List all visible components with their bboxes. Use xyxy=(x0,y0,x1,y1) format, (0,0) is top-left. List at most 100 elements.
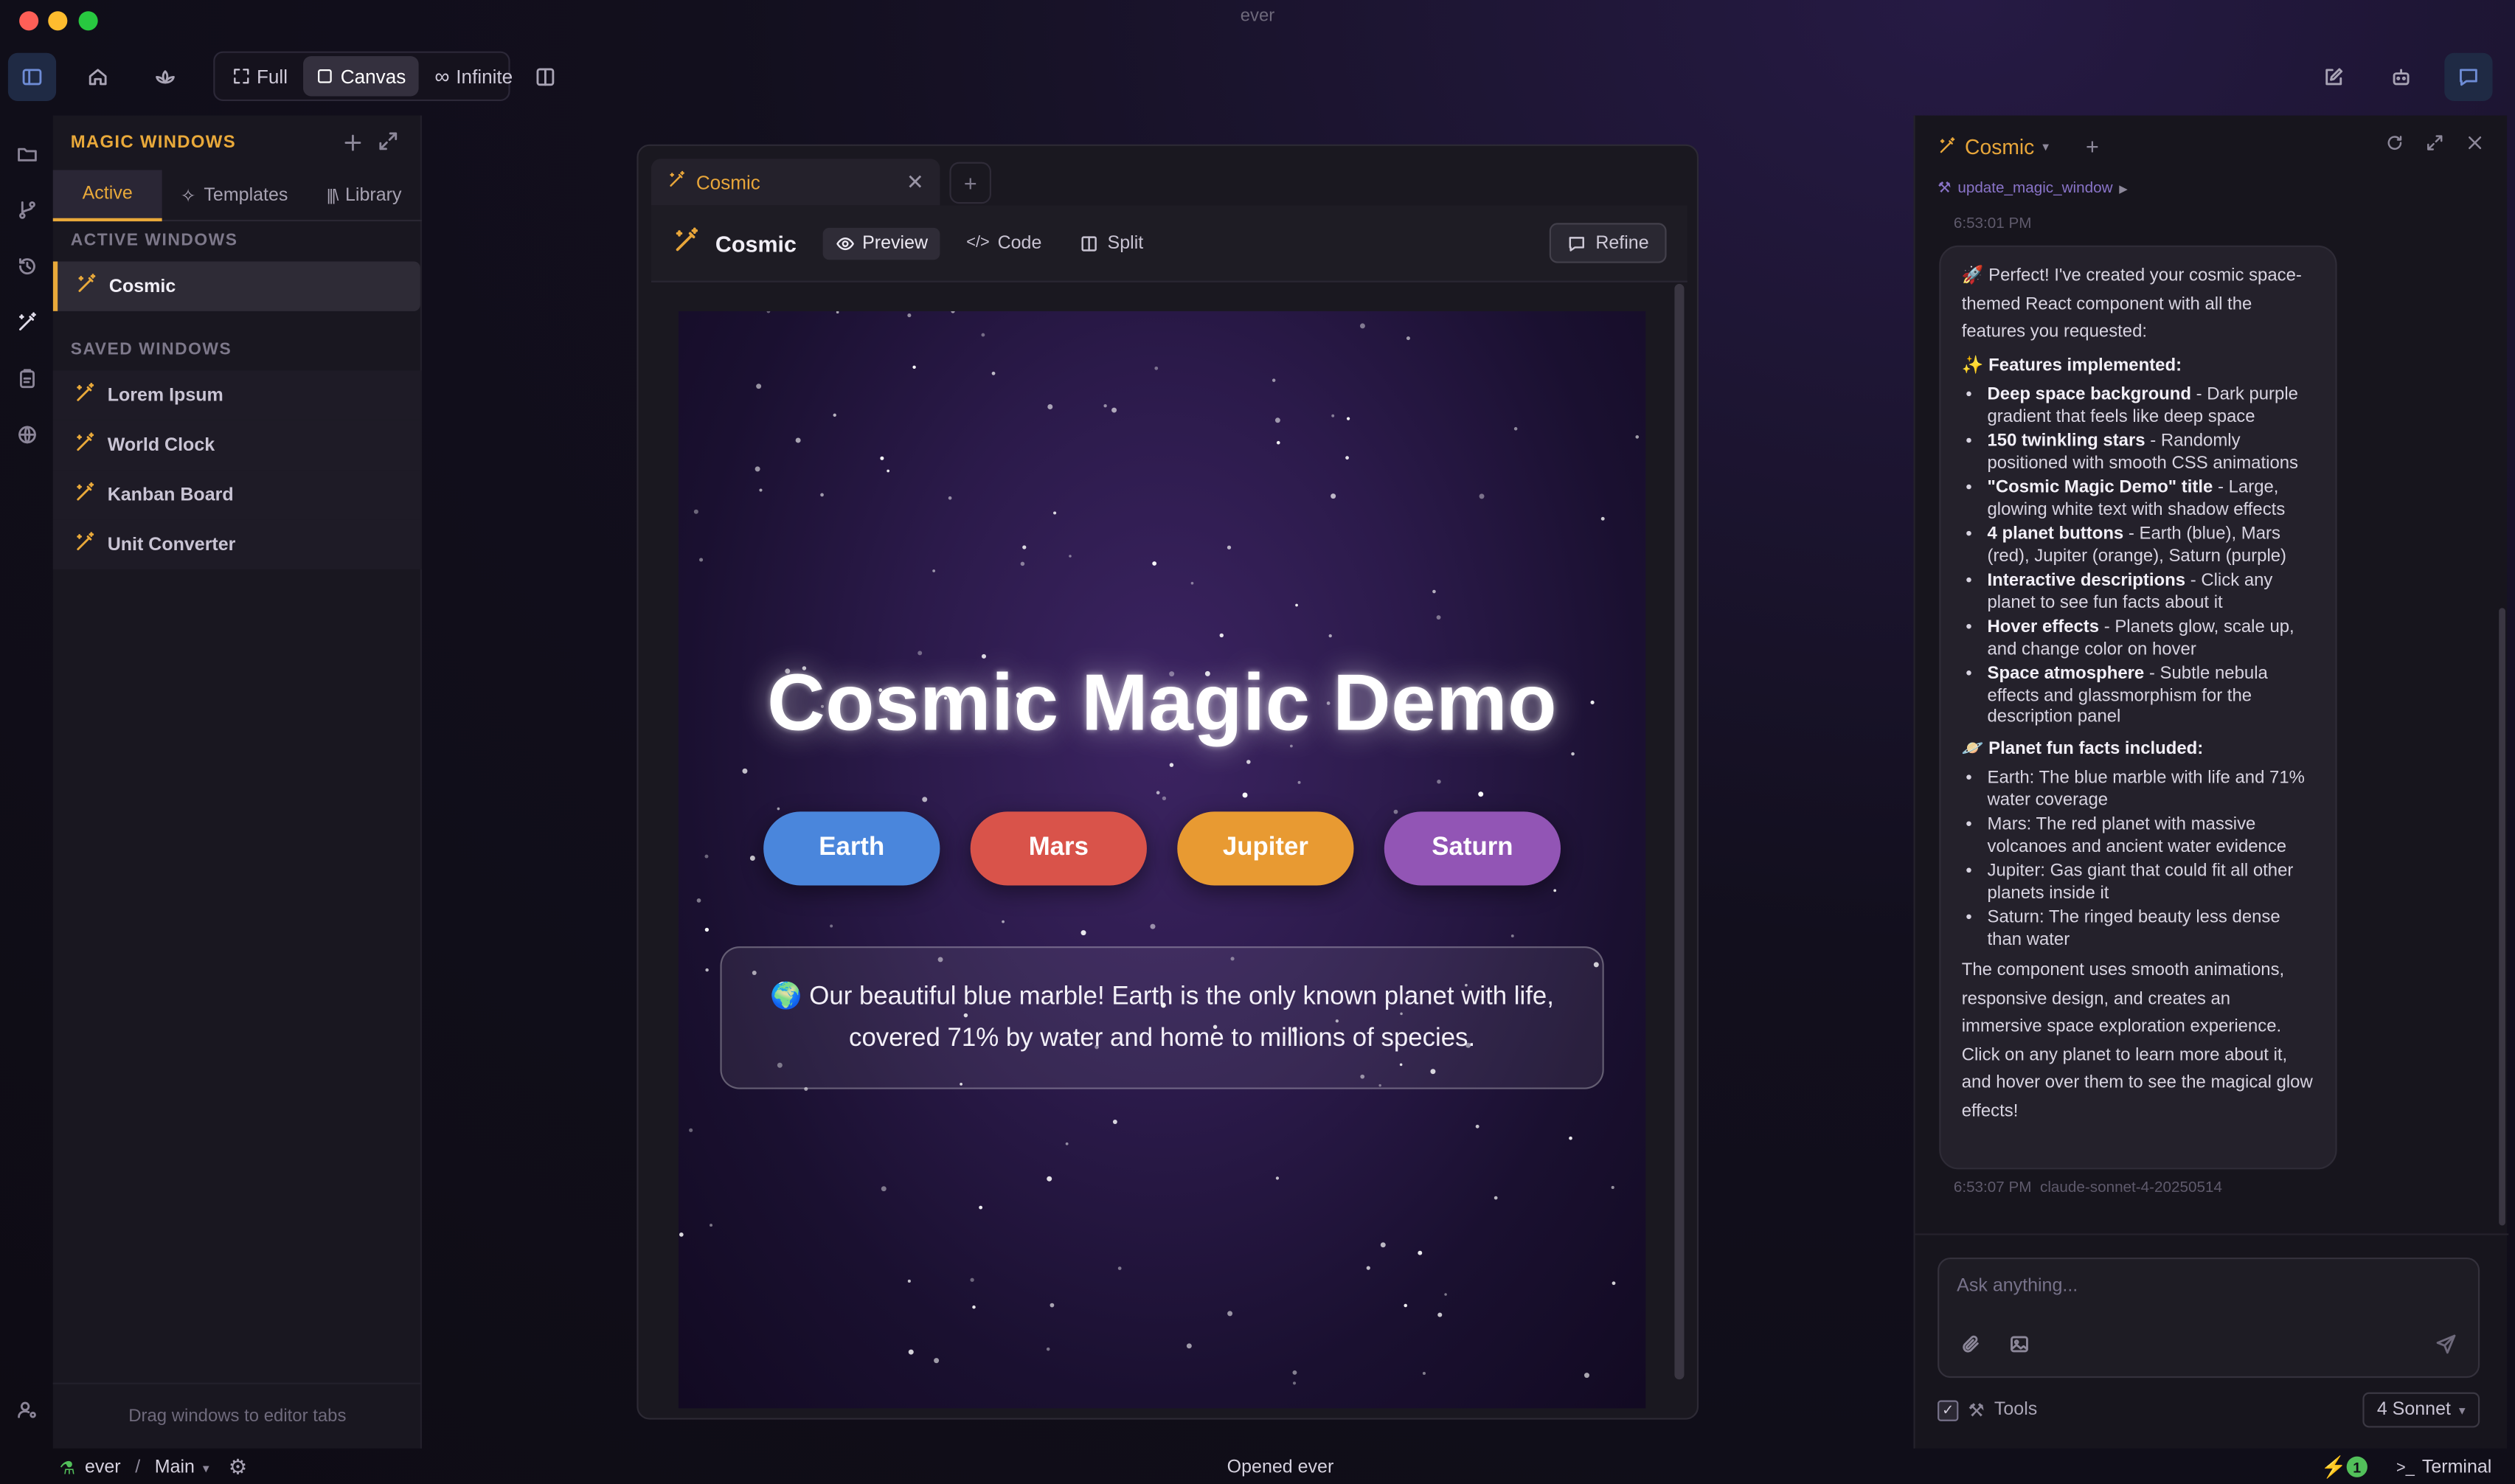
new-chat-icon[interactable]: + xyxy=(2086,134,2099,159)
model-id: claude-sonnet-4-20250514 xyxy=(2039,1179,2222,1197)
new-tab-button[interactable]: + xyxy=(949,162,991,204)
rail-explorer-button[interactable] xyxy=(13,139,40,167)
split-view-button[interactable]: Split xyxy=(1067,227,1156,259)
saved-window-item[interactable]: Unit Converter xyxy=(52,519,422,570)
star xyxy=(693,509,698,514)
edit-note-button[interactable] xyxy=(2310,53,2358,101)
expand-icon[interactable] xyxy=(2425,134,2444,158)
editor-scrollbar[interactable] xyxy=(1674,283,1685,1380)
image-button[interactable] xyxy=(2008,1333,2030,1360)
star xyxy=(704,927,710,932)
jupiter-button[interactable]: Jupiter xyxy=(1177,811,1354,886)
rail-account-button[interactable] xyxy=(13,1395,40,1423)
branch-selector[interactable]: Main xyxy=(155,1458,195,1477)
preview-view-button[interactable]: Preview xyxy=(822,226,941,260)
saved-window-item[interactable]: Lorem Ipsum xyxy=(52,370,422,420)
code-label: Code xyxy=(997,233,1042,253)
lightning-icon[interactable]: ⚡ xyxy=(2321,1454,2347,1480)
tab-active[interactable]: Active xyxy=(52,170,162,222)
star xyxy=(1276,440,1280,445)
star xyxy=(756,384,762,389)
saturn-button[interactable]: Saturn xyxy=(1384,811,1561,886)
terminal-button[interactable]: Terminal xyxy=(2422,1458,2492,1477)
chat-input-box[interactable]: Ask anything... xyxy=(1938,1257,2480,1379)
fullscreen-icon xyxy=(234,69,249,84)
star xyxy=(1242,792,1248,798)
star xyxy=(1050,1303,1055,1308)
active-window-item[interactable]: Cosmic xyxy=(52,261,420,311)
star xyxy=(1154,366,1159,370)
tab-library[interactable]: |||\ Library xyxy=(306,170,422,222)
rail-web-button[interactable] xyxy=(13,420,40,448)
magic-wand-icon xyxy=(672,226,701,260)
mode-infinite-button[interactable]: ∞ Infinite xyxy=(422,56,526,96)
split-layout-button[interactable] xyxy=(521,53,569,101)
star xyxy=(1152,561,1157,566)
rocket-emoji-icon: 🚀 xyxy=(1961,266,1984,286)
model-selector[interactable]: 4 Sonnet ▾ xyxy=(2362,1392,2480,1428)
rail-magic-windows-button[interactable] xyxy=(13,308,40,336)
star xyxy=(1219,633,1224,638)
star xyxy=(1479,493,1485,499)
saved-window-item[interactable]: Kanban Board xyxy=(52,470,422,520)
home-icon xyxy=(89,69,107,86)
project-name[interactable]: ever xyxy=(85,1458,121,1477)
chat-header-actions xyxy=(2385,134,2485,158)
star xyxy=(970,1277,974,1282)
chat-scrollbar[interactable] xyxy=(2499,608,2505,1226)
tools-checkbox[interactable]: ✓ xyxy=(1938,1399,1959,1421)
clipboard-icon xyxy=(18,368,34,387)
rail-clipboard-button[interactable] xyxy=(13,364,40,392)
editor-tab-cosmic[interactable]: Cosmic ✕ xyxy=(651,159,940,206)
refresh-icon[interactable] xyxy=(2385,134,2404,158)
add-window-button[interactable] xyxy=(341,131,364,159)
star xyxy=(1047,1176,1052,1182)
star xyxy=(1080,930,1086,936)
expand-panel-button[interactable] xyxy=(377,130,399,157)
gear-icon[interactable]: ⚙ xyxy=(229,1454,247,1480)
close-tab-icon[interactable]: ✕ xyxy=(906,169,924,195)
message-icon xyxy=(1569,236,1584,251)
home-button[interactable] xyxy=(74,53,122,101)
close-icon[interactable] xyxy=(2466,134,2485,158)
star xyxy=(1331,414,1335,417)
lotus-button[interactable] xyxy=(141,53,189,101)
code-view-button[interactable]: </> Code xyxy=(954,227,1055,259)
saved-window-item[interactable]: World Clock xyxy=(52,420,422,471)
rail-history-button[interactable] xyxy=(13,252,40,279)
star xyxy=(1444,1293,1447,1296)
tool-call-link[interactable]: ⚒ update_magic_window ▶ xyxy=(1938,180,2128,198)
editor-title: Cosmic xyxy=(715,230,797,256)
chat-toggle-button[interactable] xyxy=(2444,52,2493,102)
image-icon xyxy=(2011,1336,2028,1353)
feature-title: "Cosmic Magic Demo" title xyxy=(1987,478,2213,498)
star xyxy=(1117,1266,1122,1270)
active-windows-heading: ACTIVE WINDOWS xyxy=(70,231,238,251)
send-button[interactable] xyxy=(2435,1333,2457,1360)
star xyxy=(1437,1312,1443,1317)
mode-full-button[interactable]: Full xyxy=(220,56,300,96)
toggle-sidebar-button[interactable] xyxy=(7,52,57,102)
window-title: ever xyxy=(1240,6,1275,26)
star xyxy=(1297,780,1301,784)
globe-icon xyxy=(17,425,35,443)
mars-button[interactable]: Mars xyxy=(970,811,1147,886)
rail-git-button[interactable] xyxy=(13,195,40,223)
refine-button[interactable]: Refine xyxy=(1549,223,1667,263)
star xyxy=(1069,555,1072,558)
chat-thread-selector[interactable]: Cosmic ▾ + xyxy=(1938,134,2099,159)
editor-tab-label: Cosmic xyxy=(695,170,760,194)
magic-window-editor: Cosmic ✕ + Cosmic Preview </> Code Split xyxy=(636,144,1699,1420)
star xyxy=(1494,1196,1498,1200)
star xyxy=(699,558,704,562)
message-footer-meta: 6:53:07 PM claude-sonnet-4-20250514 xyxy=(1954,1179,2222,1196)
star xyxy=(972,1305,976,1309)
star xyxy=(696,898,701,903)
tab-templates[interactable]: ✧ Templates xyxy=(162,170,307,222)
attach-button[interactable] xyxy=(1960,1333,1982,1360)
bot-button[interactable] xyxy=(2377,53,2425,101)
saved-window-label: World Clock xyxy=(107,435,215,455)
earth-button[interactable]: Earth xyxy=(763,811,940,886)
planet-description-panel: 🌍 Our beautiful blue marble! Earth is th… xyxy=(720,946,1604,1089)
mode-canvas-button[interactable]: Canvas xyxy=(303,56,419,97)
